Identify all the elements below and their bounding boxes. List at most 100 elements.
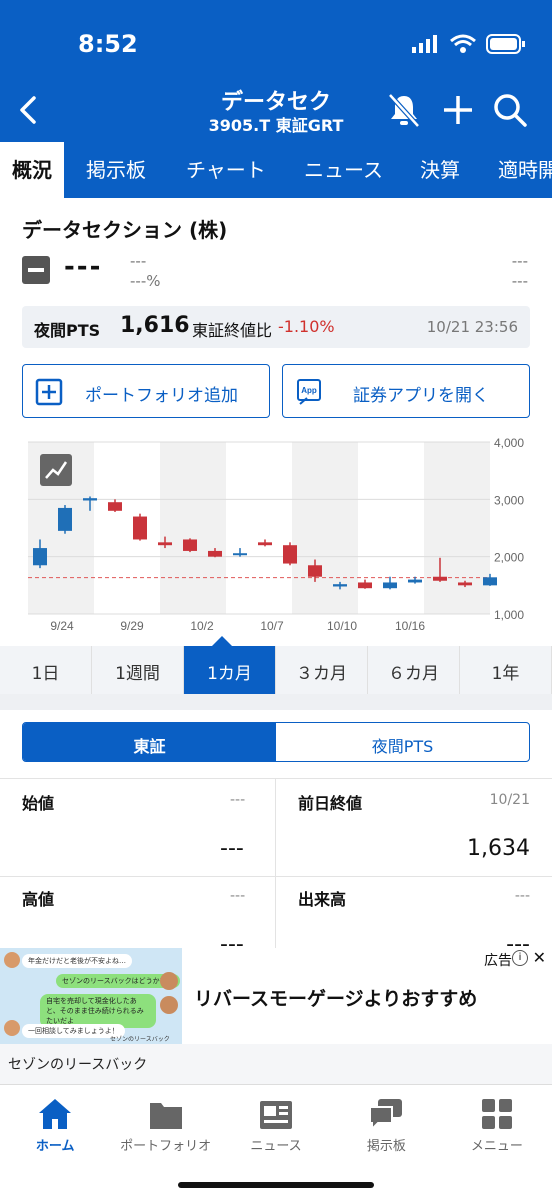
- range-1m[interactable]: 1カ月: [184, 646, 276, 694]
- candle-body: [408, 579, 422, 583]
- candle-body: [133, 516, 147, 540]
- candle-body: [33, 548, 47, 566]
- tab-bar: 概況 掲示板 チャート ニュース 決算 適時開: [0, 142, 552, 198]
- section-divider: [0, 694, 552, 710]
- range-1y[interactable]: 1年: [460, 646, 552, 694]
- range-6m[interactable]: ６カ月: [368, 646, 460, 694]
- ad-close-icon[interactable]: ✕: [533, 948, 546, 967]
- market-toggle: 東証 夜間PTS: [22, 722, 530, 762]
- x-tick-label: 10/10: [327, 619, 357, 633]
- tab-chart[interactable]: チャート: [186, 142, 278, 198]
- open-app-label: 証券アプリを開く: [353, 386, 489, 406]
- chart-band: [292, 442, 358, 614]
- minus-icon: [22, 256, 50, 284]
- high-label: 高値: [22, 890, 55, 909]
- tab-disclosure[interactable]: 適時開: [498, 142, 552, 198]
- ad-image: 年金だけだと老後が不安よね… セゾンのリースバックはどうかな？ 自宅を売却して現…: [0, 948, 182, 1044]
- tab-board[interactable]: 掲示板: [86, 142, 158, 198]
- add-portfolio-button[interactable]: ポートフォリオ追加: [22, 364, 270, 418]
- pts-panel: 夜間PTS 1,616 東証終値比 -1.10% 10/21 23:56: [22, 306, 530, 348]
- newspaper-icon: [260, 1101, 293, 1129]
- range-1d[interactable]: 1日: [0, 646, 92, 694]
- price-change: ---: [130, 252, 147, 270]
- chart-band: [160, 442, 226, 614]
- pts-time: 10/21 23:56: [426, 318, 518, 336]
- x-tick-label: 9/24: [50, 619, 74, 633]
- home-icon: [39, 1099, 72, 1129]
- volume-label: 出来高: [298, 890, 347, 909]
- y-tick-label: 3,000: [494, 493, 524, 507]
- ad-banner[interactable]: 年金だけだと老後が不安よね… セゾンのリースバックはどうかな？ 自宅を売却して現…: [0, 948, 552, 1044]
- status-time: 8:52: [78, 30, 138, 58]
- candle-body: [458, 582, 472, 586]
- pts-compare-label: 東証終値比: [192, 321, 273, 340]
- chat-bubbles-icon: [369, 1099, 403, 1131]
- nav-home[interactable]: ホーム: [0, 1085, 110, 1200]
- candle-body: [83, 498, 97, 501]
- pts-price: 1,616: [120, 313, 190, 338]
- add-icon[interactable]: [438, 90, 478, 130]
- app-icon: App: [297, 379, 321, 405]
- ad-label: 広告: [484, 953, 512, 969]
- range-caret: [212, 636, 232, 646]
- candle-body: [108, 502, 122, 511]
- candle-body: [258, 542, 272, 546]
- candle-body: [183, 539, 197, 551]
- ad-headline: リバースモーゲージよりおすすめ: [194, 988, 478, 1010]
- status-bar: 8:52: [0, 0, 552, 82]
- toggle-pts[interactable]: 夜間PTS: [276, 723, 529, 761]
- ad-brand-mark: セゾンのリースバック: [110, 1036, 170, 1043]
- tab-earnings[interactable]: 決算: [420, 142, 468, 198]
- right-value-1: ---: [511, 252, 528, 270]
- chart-band: [424, 442, 490, 614]
- svg-text:App: App: [301, 386, 317, 395]
- tab-news[interactable]: ニュース: [304, 142, 396, 198]
- app-header: データセク 3905.T 東証GRT: [0, 82, 552, 142]
- range-selector: 1日 1週間 1カ月 ３カ月 ６カ月 1年: [0, 646, 552, 694]
- candle-body: [308, 565, 322, 577]
- price-chart[interactable]: 4,000 3,000 2,000 1,000 9/24 9/29 10/2 10/7 10/1…: [0, 432, 552, 638]
- folder-icon: [149, 1103, 182, 1129]
- candle-body: [358, 582, 372, 589]
- menu-grid-icon: [481, 1099, 512, 1129]
- range-1w[interactable]: 1週間: [92, 646, 184, 694]
- candle-body: [208, 550, 222, 557]
- ad-sponsor[interactable]: セゾンのリースバック: [0, 1044, 552, 1084]
- x-tick-label: 10/7: [260, 619, 284, 633]
- x-tick-label: 9/29: [120, 619, 144, 633]
- candle-body: [283, 545, 297, 564]
- home-indicator: [178, 1182, 374, 1188]
- open-securities-app-button[interactable]: App 証券アプリを開く: [282, 364, 530, 418]
- add-portfolio-label: ポートフォリオ追加: [85, 386, 238, 406]
- chart-type-icon: [40, 454, 72, 486]
- prev-close-value: 1,634: [467, 836, 530, 861]
- candle-body: [58, 507, 72, 531]
- open-date: ---: [230, 792, 246, 808]
- candle-body: [433, 576, 447, 581]
- range-3m[interactable]: ３カ月: [276, 646, 368, 694]
- candle-body: [333, 584, 347, 587]
- prev-close-date: 10/21: [489, 792, 530, 808]
- toggle-tse[interactable]: 東証: [23, 723, 276, 761]
- bell-off-icon[interactable]: [384, 90, 424, 130]
- pts-label: 夜間PTS: [34, 321, 101, 340]
- x-tick-label: 10/16: [395, 619, 425, 633]
- battery-icon: [486, 34, 525, 54]
- pts-change: -1.10%: [278, 317, 335, 336]
- tab-overview[interactable]: 概況: [0, 142, 64, 198]
- y-tick-label: 2,000: [494, 551, 524, 565]
- nav-menu[interactable]: メニュー: [442, 1085, 552, 1200]
- ad-bubble-3: 自宅を売却して現金化したあと、そのまま住み続けられるみたいだよ: [40, 994, 156, 1028]
- prev-close-label: 前日終値: [298, 794, 363, 813]
- right-value-2: ---: [511, 272, 528, 290]
- current-price: ---: [64, 252, 103, 282]
- add-box-icon: [35, 378, 63, 406]
- search-icon[interactable]: [490, 90, 530, 130]
- ad-info-icon[interactable]: i: [512, 950, 528, 966]
- candle-body: [383, 582, 397, 589]
- x-tick-label: 10/2: [190, 619, 214, 633]
- ad-bubble-1: 年金だけだと老後が不安よね…: [22, 954, 132, 968]
- y-tick-label: 4,000: [494, 436, 524, 450]
- high-date: ---: [230, 888, 246, 904]
- wifi-icon: [450, 34, 476, 53]
